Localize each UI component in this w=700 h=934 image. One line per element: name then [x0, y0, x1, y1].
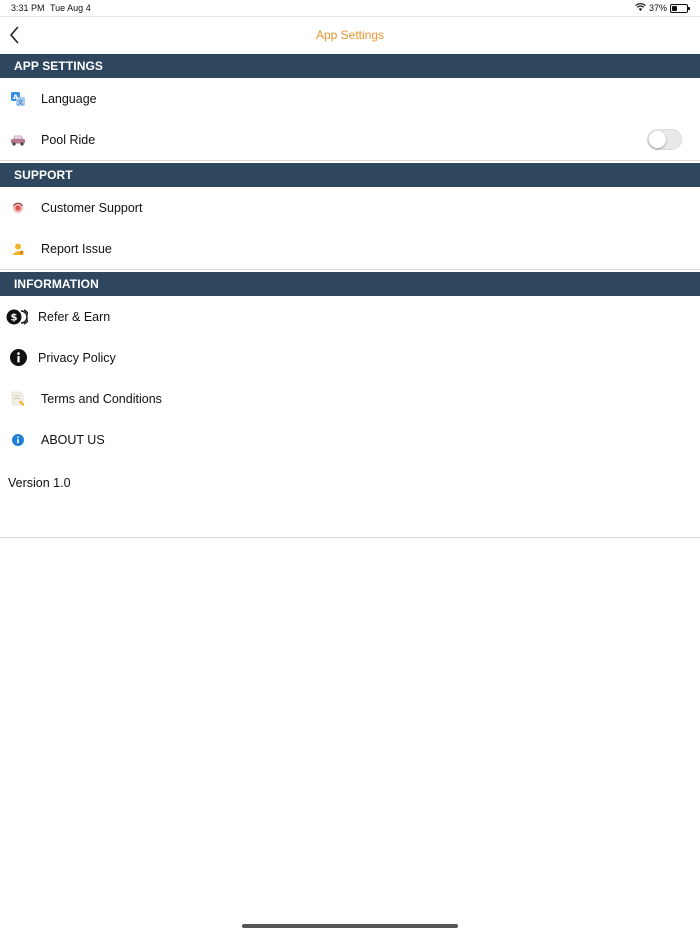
- coins-icon: $: [6, 308, 28, 326]
- status-bar: 3:31 PM Tue Aug 4 37%: [0, 0, 700, 16]
- terms-conditions-row[interactable]: Terms and Conditions: [0, 378, 700, 419]
- about-us-label: ABOUT US: [41, 432, 105, 447]
- refer-earn-row[interactable]: $ Refer & Earn: [0, 296, 700, 337]
- info-blue-icon: [9, 431, 27, 449]
- section-header-information: INFORMATION: [0, 272, 700, 296]
- svg-text:$: $: [11, 312, 18, 323]
- version-text: Version 1.0: [8, 476, 71, 490]
- pool-ride-row: Pool Ride: [0, 119, 700, 160]
- page-title: App Settings: [315, 28, 385, 42]
- car-icon: [9, 131, 27, 149]
- pool-ride-toggle[interactable]: [647, 129, 682, 150]
- report-issue-row[interactable]: Report Issue: [0, 228, 700, 269]
- section-divider: [0, 160, 700, 161]
- report-issue-icon: [9, 240, 27, 258]
- svg-text:文: 文: [17, 98, 23, 106]
- status-right: 37%: [635, 3, 690, 13]
- content-bottom-divider: [0, 537, 700, 538]
- translate-icon: A文: [9, 90, 27, 108]
- about-us-row[interactable]: ABOUT US: [0, 419, 700, 460]
- report-issue-label: Report Issue: [41, 241, 112, 256]
- terms-conditions-label: Terms and Conditions: [41, 391, 162, 406]
- status-date: Tue Aug 4: [50, 3, 91, 13]
- toggle-knob: [649, 131, 666, 148]
- battery-percent: 37%: [648, 3, 667, 13]
- section-divider: [0, 269, 700, 270]
- language-label: Language: [41, 91, 97, 106]
- privacy-policy-row[interactable]: Privacy Policy: [0, 337, 700, 378]
- wifi-icon: [635, 3, 646, 13]
- refer-earn-label: Refer & Earn: [38, 309, 111, 324]
- status-time: 3:31 PM: [11, 3, 45, 13]
- document-icon: [9, 390, 27, 408]
- navigation-bar: App Settings: [0, 16, 700, 54]
- battery-icon: [670, 3, 690, 13]
- customer-support-row[interactable]: Customer Support: [0, 187, 700, 228]
- privacy-policy-label: Privacy Policy: [38, 350, 116, 365]
- battery-fill: [672, 5, 678, 11]
- info-black-icon: [9, 349, 27, 367]
- language-row[interactable]: A文 Language: [0, 78, 700, 119]
- section-header-app-settings: APP SETTINGS: [0, 54, 700, 78]
- section-header-support: SUPPORT: [0, 163, 700, 187]
- home-indicator[interactable]: [242, 924, 458, 928]
- pool-ride-label: Pool Ride: [41, 132, 96, 147]
- customer-support-label: Customer Support: [41, 200, 143, 215]
- support-icon: [9, 199, 27, 217]
